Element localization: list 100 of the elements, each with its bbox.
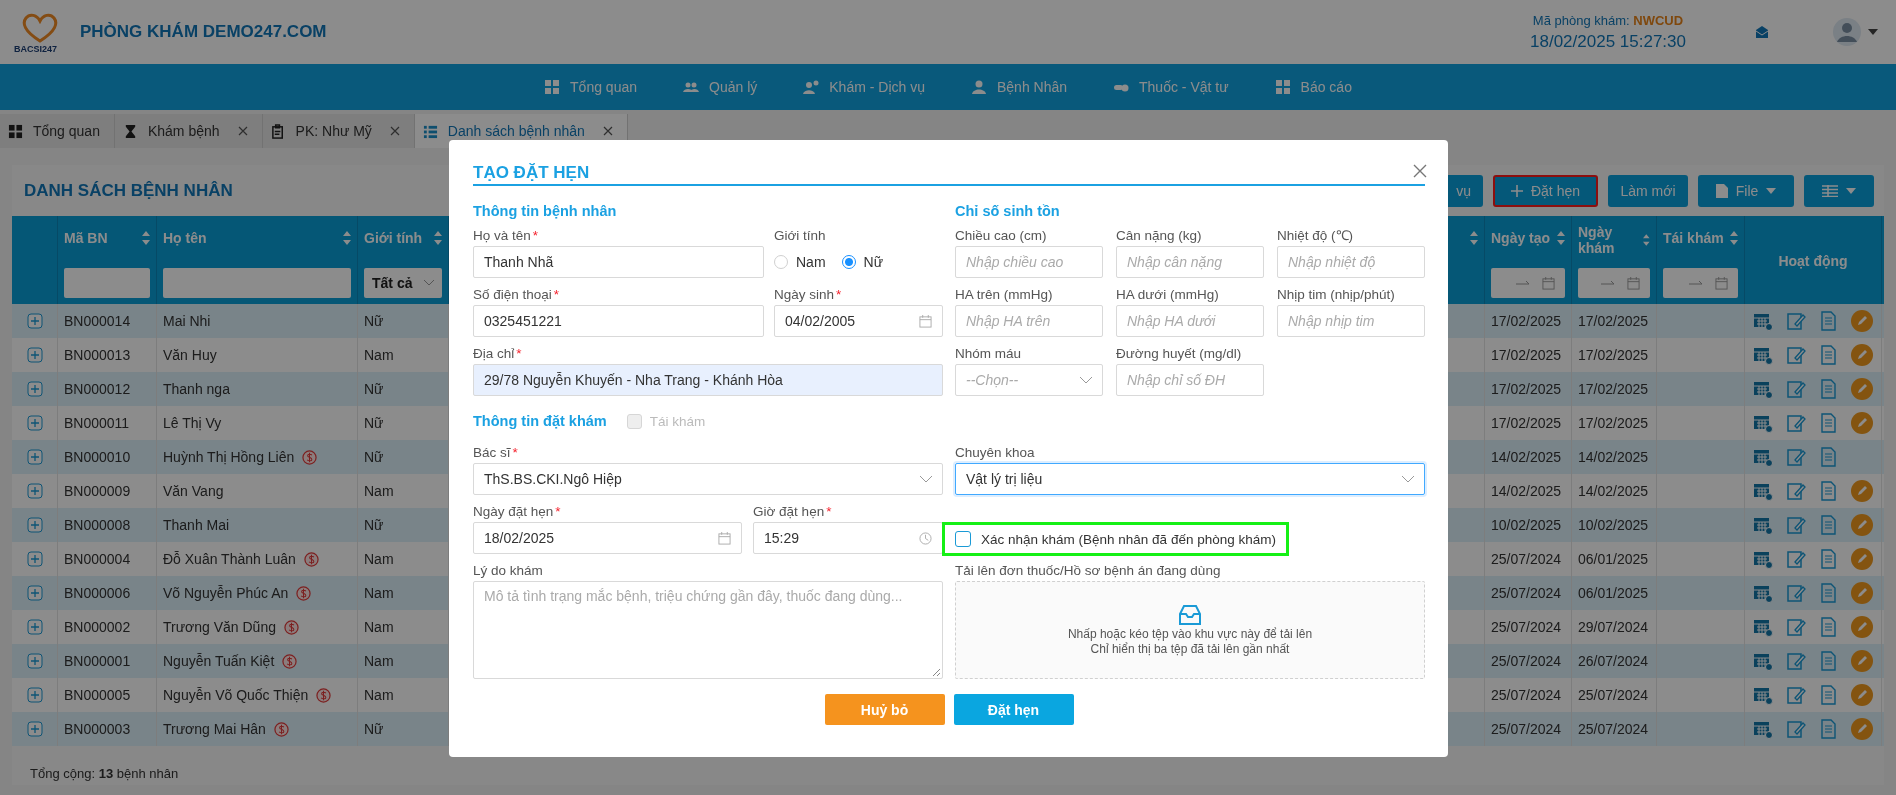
vital-field[interactable]: Nhập chiều cao bbox=[955, 246, 1103, 278]
close-icon[interactable] bbox=[602, 126, 613, 136]
calendar-icon[interactable] bbox=[1753, 311, 1774, 331]
document-icon[interactable] bbox=[1818, 311, 1839, 331]
nav-item[interactable]: Bệnh Nhân bbox=[970, 79, 1068, 95]
document-icon[interactable] bbox=[1818, 447, 1839, 467]
nav-item[interactable]: Quản lý bbox=[683, 79, 758, 95]
calendar-icon[interactable] bbox=[1753, 617, 1774, 637]
expand-icon[interactable] bbox=[26, 347, 43, 363]
expand-icon[interactable] bbox=[26, 313, 43, 329]
nav-item[interactable]: Thuốc - Vật tư bbox=[1113, 79, 1229, 95]
date-field[interactable]: 04/02/2005 bbox=[774, 305, 943, 337]
pencil-icon[interactable] bbox=[1850, 344, 1873, 366]
document-icon[interactable] bbox=[1818, 617, 1839, 637]
expand-icon[interactable] bbox=[26, 687, 43, 703]
pencil-icon[interactable] bbox=[1850, 718, 1873, 740]
calendar-icon[interactable] bbox=[1753, 685, 1774, 705]
document-icon[interactable] bbox=[1818, 651, 1839, 671]
specialty-dropdown[interactable]: Vật lý trị liệu bbox=[955, 463, 1425, 495]
date-field[interactable]: 18/02/2025 bbox=[473, 522, 742, 554]
calendar-icon[interactable] bbox=[1753, 413, 1774, 433]
edit-icon[interactable] bbox=[1785, 583, 1806, 603]
document-icon[interactable] bbox=[1818, 583, 1839, 603]
document-icon[interactable] bbox=[1818, 481, 1839, 501]
tab[interactable]: Tổng quan bbox=[0, 114, 115, 148]
close-icon[interactable] bbox=[1413, 164, 1427, 178]
pencil-icon[interactable] bbox=[1850, 548, 1873, 570]
address-field[interactable]: 29/78 Nguyễn Khuyến - Nha Trang - Khánh Hòa bbox=[473, 364, 943, 396]
calendar-icon[interactable] bbox=[1753, 481, 1774, 501]
calendar-icon[interactable] bbox=[1753, 345, 1774, 365]
reason-field[interactable]: Mô tả tình trạng mắc bệnh, triệu chứng gần đây, thuốc đang dùng... bbox=[473, 581, 943, 679]
edit-icon[interactable] bbox=[1785, 515, 1806, 535]
expand-icon[interactable] bbox=[26, 483, 43, 499]
date-range-field[interactable] bbox=[1491, 268, 1565, 298]
edit-icon[interactable] bbox=[1785, 617, 1806, 637]
pencil-icon[interactable] bbox=[1850, 684, 1873, 706]
pencil-icon[interactable] bbox=[1850, 412, 1873, 434]
sort-icon[interactable] bbox=[434, 231, 442, 245]
edit-icon[interactable] bbox=[1785, 345, 1806, 365]
vital-field[interactable]: Nhập nhiệt độ bbox=[1277, 246, 1425, 278]
tab[interactable]: PK: Như Mỹ bbox=[262, 114, 415, 148]
vital-field[interactable]: Nhập nhịp tim bbox=[1277, 305, 1425, 337]
date-range-field[interactable] bbox=[1578, 268, 1650, 298]
expand-icon[interactable] bbox=[26, 721, 43, 737]
edit-icon[interactable] bbox=[1785, 651, 1806, 671]
cancel-button[interactable]: Huỷ bỏ bbox=[824, 694, 945, 725]
submit-button[interactable]: Đặt hẹn bbox=[953, 694, 1074, 725]
sort-icon[interactable] bbox=[1470, 231, 1478, 245]
pencil-icon[interactable] bbox=[1850, 310, 1873, 332]
time-field[interactable]: 15:29 bbox=[753, 522, 943, 554]
close-icon[interactable] bbox=[237, 126, 248, 136]
sort-icon[interactable] bbox=[1557, 231, 1565, 245]
document-icon[interactable] bbox=[1818, 549, 1839, 569]
expand-icon[interactable] bbox=[26, 415, 43, 431]
pencil-icon[interactable] bbox=[1850, 650, 1873, 672]
edit-icon[interactable] bbox=[1785, 685, 1806, 705]
expand-icon[interactable] bbox=[26, 517, 43, 533]
expand-icon[interactable] bbox=[26, 585, 43, 601]
filter-field[interactable] bbox=[64, 268, 150, 298]
calendar-icon[interactable] bbox=[1753, 447, 1774, 467]
tab[interactable]: Khám bệnh bbox=[114, 114, 263, 148]
calendar-icon[interactable] bbox=[1753, 379, 1774, 399]
filter-dropdown[interactable]: Tất cả bbox=[364, 268, 442, 298]
nav-item[interactable]: Báo cáo bbox=[1274, 79, 1352, 95]
expand-icon[interactable] bbox=[26, 619, 43, 635]
sort-icon[interactable] bbox=[343, 231, 351, 245]
edit-icon[interactable] bbox=[1785, 311, 1806, 331]
phone-field[interactable]: 0325451221 bbox=[473, 305, 764, 337]
date-range-field[interactable] bbox=[1663, 268, 1738, 298]
expand-icon[interactable] bbox=[26, 381, 43, 397]
document-icon[interactable] bbox=[1818, 515, 1839, 535]
mail-icon[interactable] bbox=[1754, 24, 1770, 40]
columns-button[interactable] bbox=[1804, 174, 1874, 207]
pencil-icon[interactable] bbox=[1850, 582, 1873, 604]
document-icon[interactable] bbox=[1818, 379, 1839, 399]
edit-icon[interactable] bbox=[1785, 379, 1806, 399]
blood-type-dropdown[interactable]: --Chọn-- bbox=[955, 364, 1103, 396]
edit-icon[interactable] bbox=[1785, 549, 1806, 569]
filter-field[interactable] bbox=[163, 268, 351, 298]
expand-icon[interactable] bbox=[26, 551, 43, 567]
calendar-icon[interactable] bbox=[1753, 515, 1774, 535]
document-icon[interactable] bbox=[1818, 719, 1839, 739]
vital-field[interactable]: Nhập HA trên bbox=[955, 305, 1103, 337]
close-icon[interactable] bbox=[389, 126, 400, 136]
pencil-icon[interactable] bbox=[1850, 378, 1873, 400]
edit-icon[interactable] bbox=[1785, 481, 1806, 501]
document-icon[interactable] bbox=[1818, 685, 1839, 705]
calendar-icon[interactable] bbox=[1753, 549, 1774, 569]
caret-icon[interactable] bbox=[1868, 29, 1878, 35]
calendar-icon[interactable] bbox=[1753, 719, 1774, 739]
sort-icon[interactable] bbox=[1643, 233, 1650, 247]
toolbar-button[interactable]: Đặt hẹn bbox=[1493, 174, 1598, 207]
expand-icon[interactable] bbox=[26, 449, 43, 465]
document-icon[interactable] bbox=[1818, 345, 1839, 365]
checkbox[interactable] bbox=[955, 531, 971, 547]
edit-icon[interactable] bbox=[1785, 413, 1806, 433]
pencil-icon[interactable] bbox=[1850, 514, 1873, 536]
nav-item[interactable]: Khám - Dịch vụ bbox=[803, 79, 925, 95]
nav-item[interactable]: Tổng quan bbox=[544, 79, 637, 95]
sort-icon[interactable] bbox=[142, 231, 150, 245]
